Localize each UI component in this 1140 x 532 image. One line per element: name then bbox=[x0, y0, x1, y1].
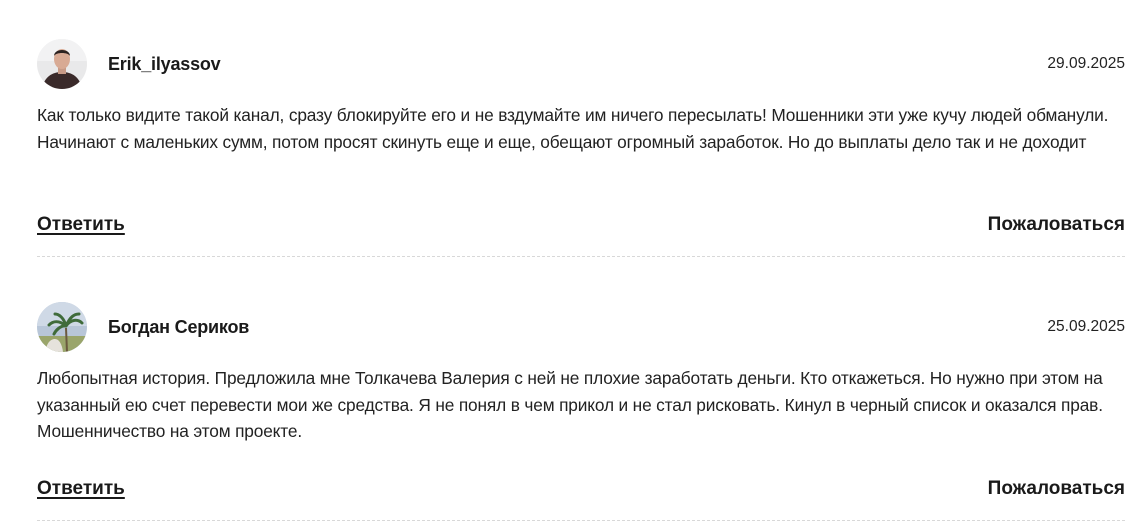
reply-button[interactable]: Ответить bbox=[37, 477, 125, 501]
comment-header: Erik_ilyassov 29.09.2025 bbox=[37, 39, 1125, 89]
reply-button[interactable]: Ответить bbox=[37, 213, 125, 237]
divider bbox=[37, 256, 1125, 257]
comment-author: Erik_ilyassov bbox=[108, 54, 221, 74]
comment-date: 29.09.2025 bbox=[1047, 55, 1125, 72]
comment-item: Erik_ilyassov 29.09.2025 Как только види… bbox=[37, 39, 1125, 235]
comment-header: Богдан Сериков 25.09.2025 bbox=[37, 302, 1125, 352]
avatar bbox=[37, 39, 87, 89]
comment-text: Любопытная история. Предложила мне Толка… bbox=[37, 368, 1103, 441]
complain-button[interactable]: Пожаловаться bbox=[988, 213, 1125, 237]
user-photo-icon bbox=[37, 302, 87, 352]
comment-item: Богдан Сериков 25.09.2025 Любопытная ист… bbox=[37, 302, 1125, 499]
comment-author: Богдан Сериков bbox=[108, 317, 250, 337]
complain-button[interactable]: Пожаловаться bbox=[988, 477, 1125, 501]
user-photo-icon bbox=[37, 39, 87, 89]
comment-date: 25.09.2025 bbox=[1047, 318, 1125, 335]
comments-list: Erik_ilyassov 29.09.2025 Как только види… bbox=[0, 0, 1140, 532]
comment-text: Как только видите такой канал, сразу бло… bbox=[37, 105, 1109, 152]
divider bbox=[37, 520, 1125, 521]
avatar bbox=[37, 302, 87, 352]
